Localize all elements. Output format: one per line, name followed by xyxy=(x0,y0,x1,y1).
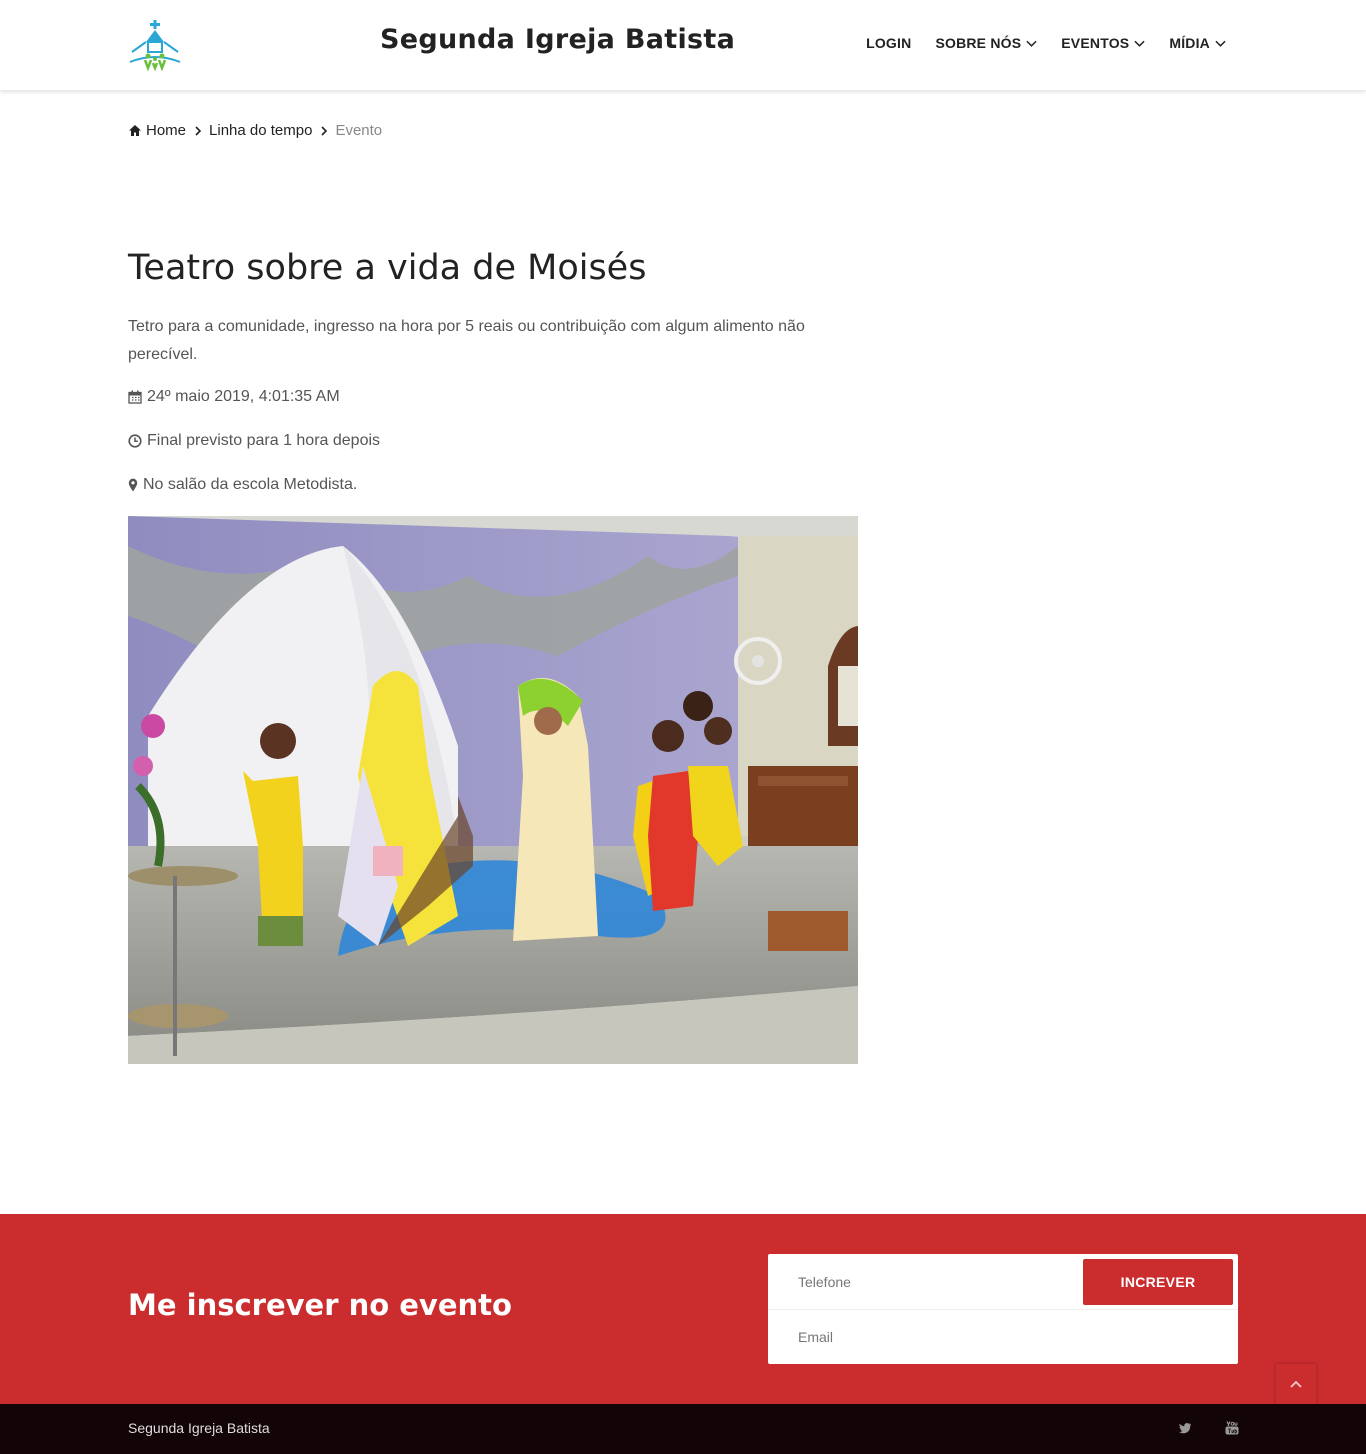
nav-events-label: EVENTOS xyxy=(1061,35,1130,51)
event-location: No salão da escola Metodista. xyxy=(143,476,358,493)
event-photo xyxy=(128,516,858,1064)
clock-icon xyxy=(128,434,142,448)
church-logo[interactable] xyxy=(128,18,182,72)
chevron-right-icon xyxy=(195,125,202,136)
event-description: Tetro para a comunidade, ingresso na hor… xyxy=(128,318,805,363)
subscribe-button[interactable]: INCREVER xyxy=(1083,1259,1233,1305)
event-title: Teatro sobre a vida de Moisés xyxy=(128,248,647,288)
calendar-icon xyxy=(128,390,142,404)
site-title[interactable]: Segunda Igreja Batista xyxy=(380,24,735,55)
nav-login[interactable]: LOGIN xyxy=(866,35,911,51)
email-field[interactable] xyxy=(768,1312,1078,1362)
footer-text: Segunda Igreja Batista xyxy=(128,1420,270,1436)
twitter-icon[interactable] xyxy=(1178,1421,1192,1435)
subscribe-form: INCREVER xyxy=(768,1254,1238,1364)
scroll-to-top-button[interactable] xyxy=(1276,1364,1316,1404)
event-date: 24º maio 2019, 4:01:35 AM xyxy=(147,388,340,405)
map-marker-icon xyxy=(128,478,138,492)
breadcrumb: Home Linha do tempo Evento xyxy=(128,122,382,139)
event-date-row: 24º maio 2019, 4:01:35 AM xyxy=(128,388,340,406)
nav-login-label: LOGIN xyxy=(866,35,912,51)
chevron-down-icon xyxy=(1134,40,1145,47)
main-nav: LOGIN SOBRE NÓS EVENTOS MÍDIA xyxy=(866,35,1226,51)
breadcrumb-timeline[interactable]: Linha do tempo xyxy=(209,122,312,139)
phone-field[interactable] xyxy=(768,1257,1078,1307)
breadcrumb-home[interactable]: Home xyxy=(146,122,186,139)
nav-events[interactable]: EVENTOS xyxy=(1061,35,1145,51)
chevron-down-icon xyxy=(1215,40,1226,47)
youtube-icon[interactable] xyxy=(1225,1421,1239,1435)
nav-media[interactable]: MÍDIA xyxy=(1169,35,1226,51)
chevron-up-icon xyxy=(1290,1380,1302,1388)
event-location-row: No salão da escola Metodista. xyxy=(128,476,357,494)
nav-about-label: SOBRE NÓS xyxy=(935,35,1022,51)
chevron-down-icon xyxy=(1026,40,1037,47)
chevron-right-icon xyxy=(321,125,328,136)
event-end-row: Final previsto para 1 hora depois xyxy=(128,432,380,450)
event-end: Final previsto para 1 hora depois xyxy=(147,432,381,449)
site-footer: Segunda Igreja Batista xyxy=(0,1404,1366,1454)
form-divider xyxy=(768,1309,1238,1310)
nav-media-label: MÍDIA xyxy=(1169,35,1210,51)
breadcrumb-current: Evento xyxy=(335,122,383,139)
site-header: Segunda Igreja Batista LOGIN SOBRE NÓS E… xyxy=(0,0,1366,90)
subscribe-section: Me inscrever no evento INCREVER xyxy=(0,1214,1366,1404)
nav-about[interactable]: SOBRE NÓS xyxy=(935,35,1037,51)
home-icon xyxy=(129,125,141,136)
subscribe-title: Me inscrever no evento xyxy=(128,1288,512,1322)
